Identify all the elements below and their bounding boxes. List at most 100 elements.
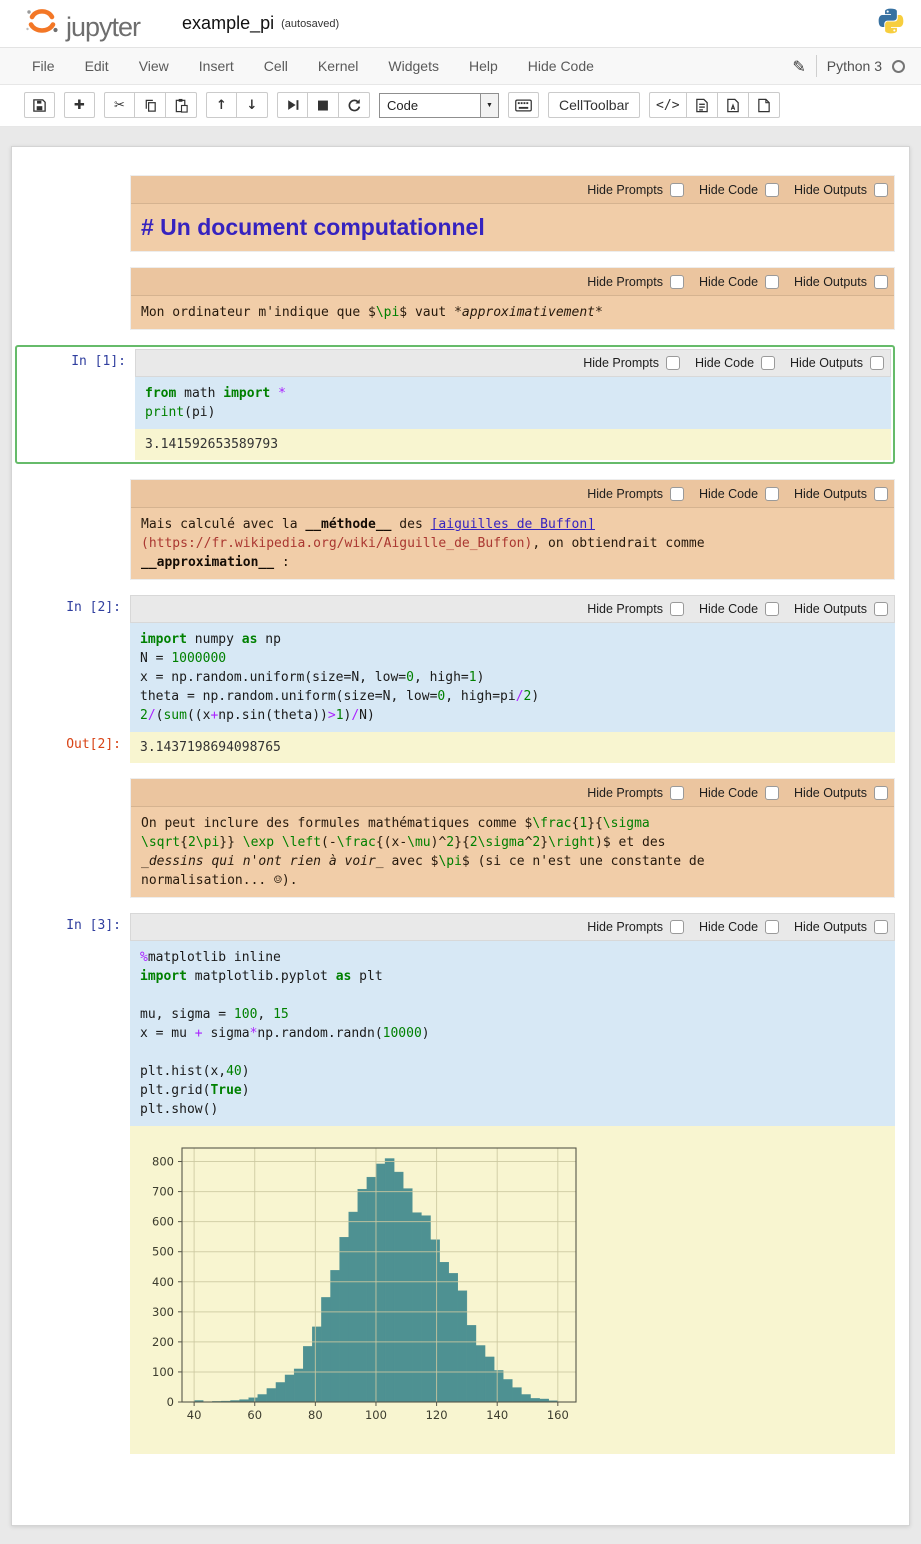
source-line: plt.show()	[140, 1100, 885, 1119]
hide-outputs-label: Hide Outputs	[794, 786, 867, 800]
export-document-button[interactable]	[687, 92, 718, 118]
export-pdf-button[interactable]	[718, 92, 749, 118]
markdown-editor[interactable]: On peut inclure des formules mathématiqu…	[131, 807, 894, 897]
new-document-button[interactable]	[749, 92, 780, 118]
blank-document-icon	[757, 98, 771, 113]
menu-item-edit[interactable]: Edit	[70, 48, 124, 84]
svg-text:140: 140	[486, 1408, 508, 1422]
jupyter-logo[interactable]: jupyter	[24, 6, 140, 41]
cell-output-row: 4060801001201401600100200300400500600700…	[12, 1126, 895, 1454]
hide-code-checkbox[interactable]	[765, 487, 779, 501]
hide-prompts-label: Hide Prompts	[587, 487, 663, 501]
run-cell-button[interactable]	[277, 92, 308, 118]
input-prompt: In [2]:	[12, 595, 130, 732]
hide-outputs-label: Hide Outputs	[794, 183, 867, 197]
hide-code-checkbox[interactable]	[765, 920, 779, 934]
document-lines-icon	[695, 98, 709, 113]
code-cell: In [1]:Hide PromptsHide CodeHide Outputs…	[15, 345, 895, 464]
hide-prompts-label: Hide Prompts	[587, 183, 663, 197]
hide-code-checkbox[interactable]	[765, 786, 779, 800]
menu-item-help[interactable]: Help	[454, 48, 513, 84]
cell-input-row: In [3]:Hide PromptsHide CodeHide Outputs…	[12, 913, 895, 1126]
move-cell-down-button[interactable]: ↓	[237, 92, 268, 118]
hide-prompts-checkbox[interactable]	[670, 786, 684, 800]
input-prompt: In [3]:	[12, 913, 130, 1126]
jupyter-planet-icon	[24, 6, 60, 41]
svg-text:60: 60	[247, 1408, 262, 1422]
hide-code-checkbox[interactable]	[765, 602, 779, 616]
hide-outputs-label: Hide Outputs	[794, 920, 867, 934]
code-cell: In [2]:Hide PromptsHide CodeHide Outputs…	[12, 595, 895, 763]
paste-cell-button[interactable]	[166, 92, 197, 118]
hide-prompts-checkbox[interactable]	[670, 275, 684, 289]
menu-item-insert[interactable]: Insert	[184, 48, 249, 84]
source-line: theta = np.random.uniform(size=N, low=0,…	[140, 687, 885, 706]
hide-outputs-checkbox[interactable]	[874, 920, 888, 934]
cell-type-select[interactable]: Code ▼	[379, 93, 499, 118]
stop-kernel-button[interactable]: ■	[308, 92, 339, 118]
notebook-title[interactable]: example_pi	[182, 13, 274, 34]
menu-item-view[interactable]: View	[124, 48, 184, 84]
menu-item-hide-code[interactable]: Hide Code	[513, 48, 609, 84]
hide-outputs-label: Hide Outputs	[794, 275, 867, 289]
hide-outputs-checkbox[interactable]	[874, 275, 888, 289]
cell-toolbar: Hide PromptsHide CodeHide Outputs	[135, 349, 891, 377]
code-editor[interactable]: from math import *print(pi)	[135, 377, 891, 429]
code-editor[interactable]: %matplotlib inlineimport matplotlib.pypl…	[130, 941, 895, 1126]
hide-outputs-checkbox[interactable]	[874, 183, 888, 197]
svg-text:500: 500	[152, 1245, 174, 1259]
restart-kernel-button[interactable]	[339, 92, 370, 118]
menubar: FileEditViewInsertCellKernelWidgetsHelpH…	[0, 48, 921, 85]
hide-prompts-label: Hide Prompts	[587, 602, 663, 616]
hide-code-label: Hide Code	[699, 275, 758, 289]
hide-prompts-checkbox[interactable]	[670, 183, 684, 197]
code-editor[interactable]: import numpy as npN = 1000000x = np.rand…	[130, 623, 895, 732]
copy-cell-button[interactable]	[135, 92, 166, 118]
cell-toolbar: Hide Prompts Hide Code Hide Outputs	[131, 176, 894, 204]
move-cell-up-button[interactable]: ↑	[206, 92, 237, 118]
markdown-cell: Hide PromptsHide CodeHide OutputsMon ord…	[12, 267, 895, 330]
run-icon	[286, 98, 300, 112]
hide-prompts-checkbox[interactable]	[670, 602, 684, 616]
source-line: plt.grid(True)	[140, 1081, 885, 1100]
hide-outputs-checkbox[interactable]	[874, 487, 888, 501]
markdown-editor[interactable]: Mon ordinateur m'indique que $\pi$ vaut …	[131, 296, 894, 329]
hide-outputs-checkbox[interactable]	[874, 786, 888, 800]
hide-code-checkbox[interactable]	[765, 275, 779, 289]
celltoolbar-button[interactable]: CellToolbar	[548, 92, 640, 118]
markdown-heading-line: # Un document computationnel	[141, 211, 884, 244]
hide-code-checkbox[interactable]	[761, 356, 775, 370]
markdown-editor[interactable]: Mais calculé avec la __méthode__ des [ai…	[131, 508, 894, 579]
cell-output-row: 3.141592653589793	[17, 429, 891, 460]
cell-toolbar: Hide PromptsHide CodeHide Outputs	[131, 268, 894, 296]
output-prompt: Out[2]:	[12, 732, 130, 763]
kernel-idle-indicator	[892, 60, 905, 73]
hide-outputs-checkbox[interactable]	[874, 602, 888, 616]
jupyter-wordmark: jupyter	[66, 14, 140, 41]
cut-cell-button[interactable]: ✂	[104, 92, 135, 118]
source-line: _dessins qui n'ont rien à voir_ avec $\p…	[141, 852, 884, 871]
hide-prompts-checkbox[interactable]	[670, 487, 684, 501]
save-button[interactable]	[24, 92, 55, 118]
hide-code-checkbox[interactable]	[765, 183, 779, 197]
cell-toolbar: Hide PromptsHide CodeHide Outputs	[131, 779, 894, 807]
hide-prompts-checkbox[interactable]	[666, 356, 680, 370]
hide-outputs-checkbox[interactable]	[870, 356, 884, 370]
hide-code-label: Hide Code	[699, 183, 758, 197]
toggle-code-button[interactable]: </>	[649, 92, 686, 118]
command-palette-button[interactable]	[508, 92, 539, 118]
cell-input-row: Hide PromptsHide CodeHide OutputsMais ca…	[12, 479, 895, 580]
select-dropdown-arrow-icon: ▼	[480, 94, 498, 117]
svg-text:160: 160	[547, 1408, 569, 1422]
menu-item-cell[interactable]: Cell	[249, 48, 303, 84]
menu-item-widgets[interactable]: Widgets	[373, 48, 454, 84]
markdown-editor[interactable]: # Un document computationnel	[131, 204, 894, 251]
cell-content: Hide PromptsHide CodeHide OutputsMon ord…	[130, 267, 895, 330]
svg-text:600: 600	[152, 1215, 174, 1229]
hide-prompts-checkbox[interactable]	[670, 920, 684, 934]
menu-item-kernel[interactable]: Kernel	[303, 48, 373, 84]
cell-output-row: Out[2]:3.1437198694098765	[12, 732, 895, 763]
menu-item-file[interactable]: File	[24, 48, 70, 84]
markdown-cell: Hide PromptsHide CodeHide OutputsOn peut…	[12, 778, 895, 898]
insert-cell-button[interactable]: ✚	[64, 92, 95, 118]
